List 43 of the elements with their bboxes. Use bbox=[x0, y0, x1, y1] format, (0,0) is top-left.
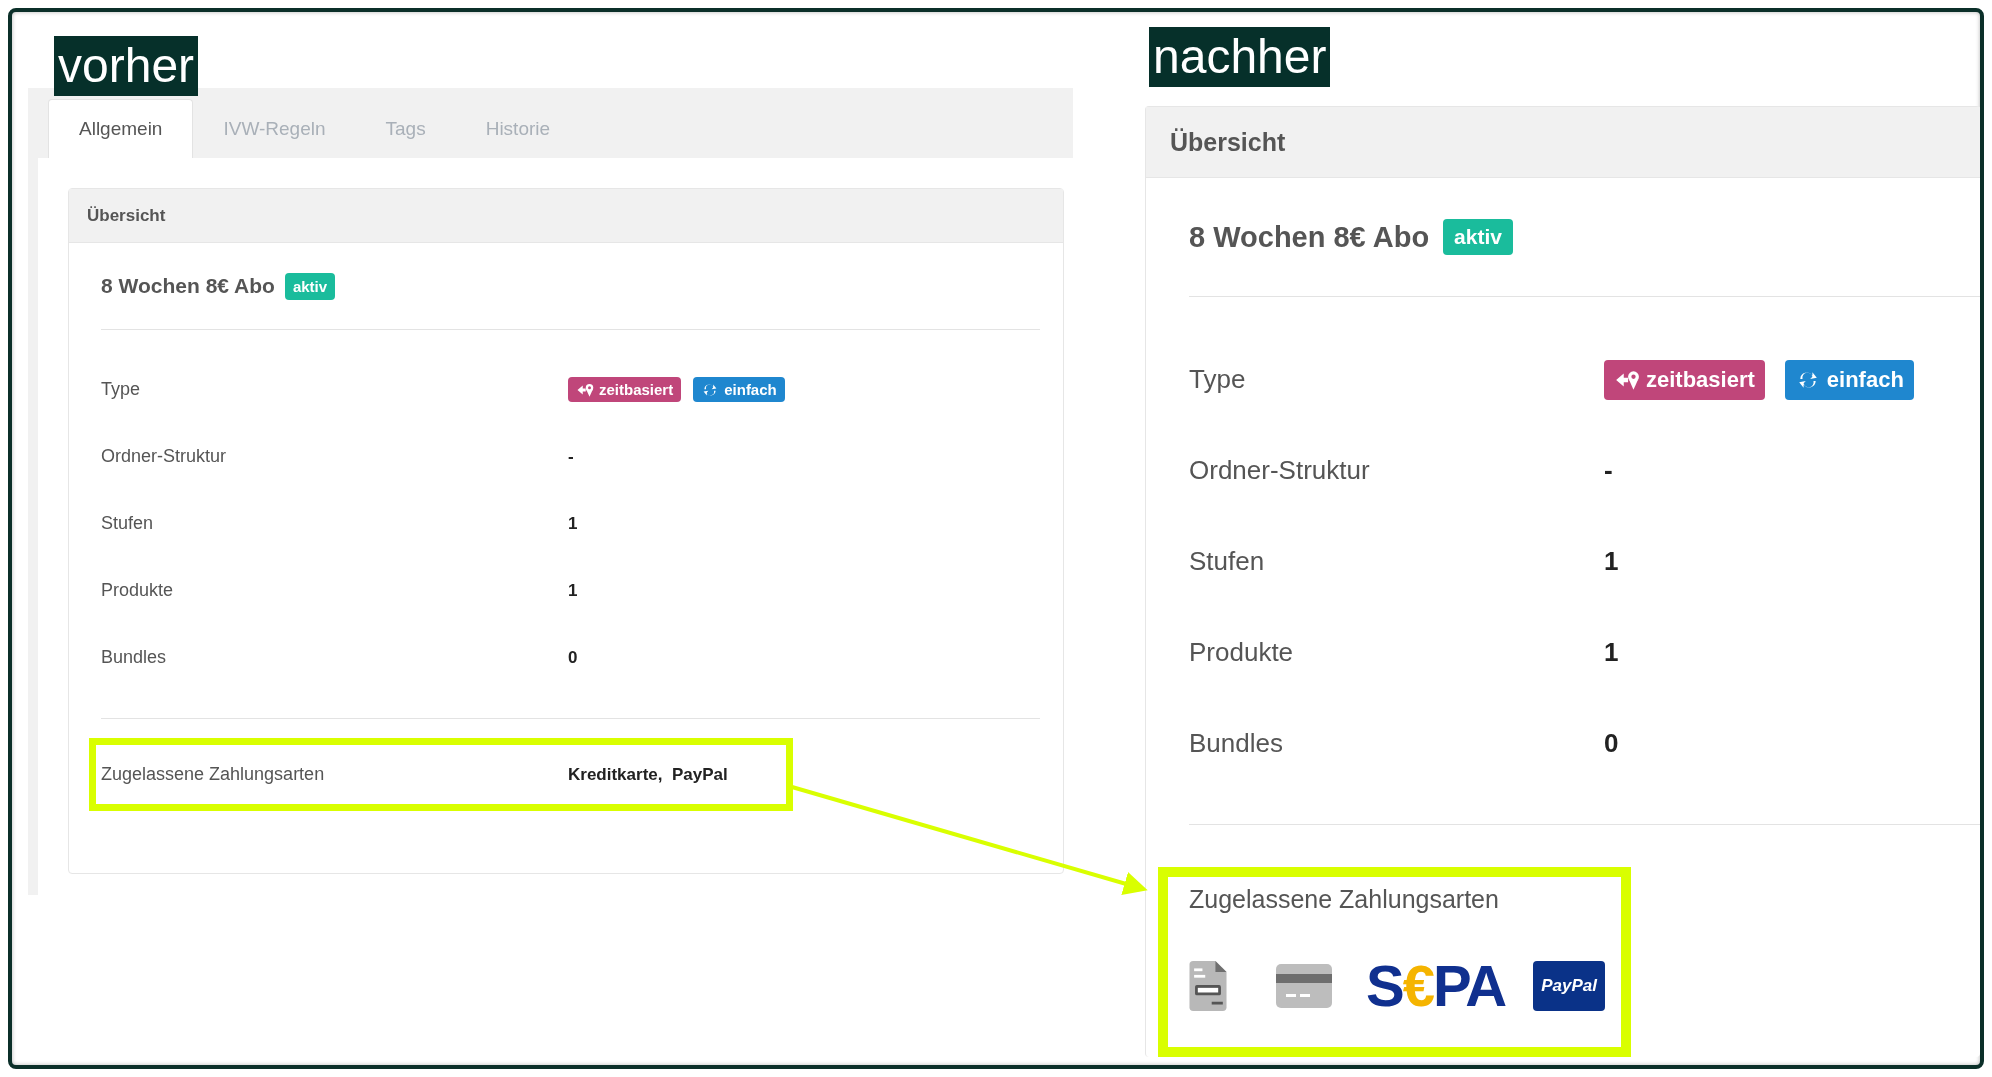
plan-title: 8 Wochen 8€ Abo bbox=[101, 274, 275, 298]
field-label: Stufen bbox=[1189, 546, 1266, 577]
field-label: Produkte bbox=[101, 580, 175, 601]
field-label: Zugelassene Zahlungsarten bbox=[101, 764, 326, 785]
panel-label: nachher bbox=[1149, 27, 1331, 87]
arrow-pin-icon bbox=[1614, 368, 1640, 391]
field-label: Bundles bbox=[101, 647, 168, 668]
plan-title: 8 Wochen 8€ Abo bbox=[1189, 220, 1430, 254]
panel-label: vorher bbox=[54, 36, 199, 96]
field-value: 1 bbox=[1604, 637, 1619, 668]
field-value: Kreditkarte, PayPal bbox=[568, 764, 728, 785]
status-badge: aktiv bbox=[284, 272, 336, 300]
paypal-logo: PayPal bbox=[1533, 961, 1605, 1011]
field-value: 1 bbox=[568, 580, 578, 601]
field-value: 1 bbox=[568, 513, 578, 534]
field-label: Type bbox=[101, 379, 142, 400]
field-label: Ordner-Struktur bbox=[101, 446, 228, 467]
arrow-pin-icon bbox=[576, 381, 594, 398]
field-value: - bbox=[1604, 455, 1613, 486]
type-badge: einfach bbox=[1784, 359, 1914, 400]
sepa-logo: S€PA bbox=[1366, 958, 1506, 1014]
field-label: Ordner-Struktur bbox=[1189, 455, 1371, 486]
field-label: Stufen bbox=[101, 513, 155, 534]
tab[interactable]: IVW-Regeln bbox=[193, 100, 356, 158]
card-header: Übersicht bbox=[1146, 107, 1980, 178]
status-badge: aktiv bbox=[1443, 219, 1513, 255]
type-badge: zeitbasiert bbox=[1604, 359, 1765, 400]
tab[interactable]: Historie bbox=[455, 100, 581, 158]
field-value: 0 bbox=[568, 647, 578, 668]
tab[interactable]: Allgemein bbox=[48, 99, 194, 158]
type-badge: zeitbasiert bbox=[568, 377, 682, 402]
field-label: Produkte bbox=[1189, 637, 1295, 668]
field-value: 0 bbox=[1604, 728, 1619, 759]
invoice-icon bbox=[1189, 961, 1227, 1011]
field-label: Bundles bbox=[1189, 728, 1284, 759]
credit-card-icon bbox=[1276, 964, 1332, 1008]
tab[interactable]: Tags bbox=[355, 100, 456, 158]
field-value: 1 bbox=[1604, 546, 1619, 577]
type-badge: einfach bbox=[693, 377, 785, 402]
field-label: Type bbox=[1189, 364, 1247, 395]
card-header: Übersicht bbox=[69, 189, 1063, 243]
field-label: Zugelassene Zahlungsarten bbox=[1189, 885, 1500, 914]
field-value: - bbox=[568, 446, 574, 467]
